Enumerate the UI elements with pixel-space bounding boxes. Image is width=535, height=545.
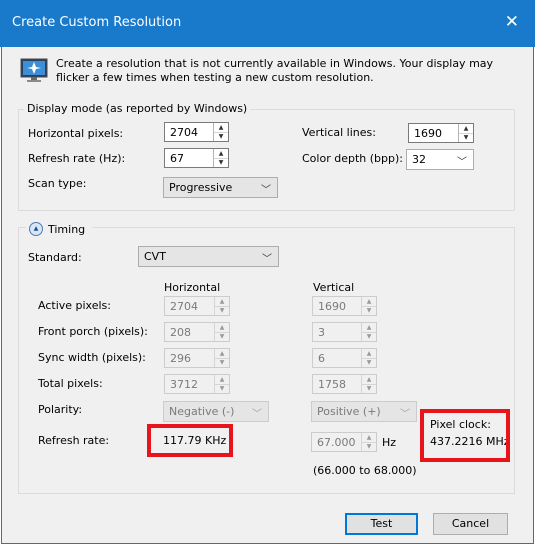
vertical-lines-label: Vertical lines: <box>302 126 376 139</box>
highlight-box-refresh <box>147 424 233 457</box>
refresh-rate-value: 67 <box>170 152 184 165</box>
v-sync-width-stepper[interactable]: 6 ▲ ▼ <box>312 348 377 368</box>
sync-width-label: Sync width (pixels): <box>38 351 146 364</box>
spin-arrows-icon[interactable]: ▲ ▼ <box>214 323 229 341</box>
horizontal-column-header: Horizontal <box>164 281 221 294</box>
vertical-lines-value: 1690 <box>414 127 442 140</box>
close-icon[interactable]: ✕ <box>505 12 519 32</box>
standard-select[interactable]: CVT ﹀ <box>138 246 279 267</box>
standard-value: CVT <box>144 250 166 263</box>
active-pixels-label: Active pixels: <box>38 299 111 312</box>
v-sync-width-value: 6 <box>318 352 325 365</box>
v-refresh-value: 67.000 <box>317 436 356 449</box>
test-button[interactable]: Test <box>345 513 418 535</box>
monitor-icon <box>20 58 48 82</box>
h-polarity-select[interactable]: Negative (-) ﹀ <box>163 401 269 422</box>
horizontal-pixels-value: 2704 <box>170 126 198 139</box>
h-total-stepper[interactable]: 3712 ▲ ▼ <box>164 374 230 394</box>
highlight-box-pixel-clock <box>420 409 510 462</box>
spin-arrows-icon[interactable]: ▲ ▼ <box>214 375 229 393</box>
v-front-porch-value: 3 <box>318 326 325 339</box>
v-refresh-unit: Hz <box>382 436 397 449</box>
vertical-column-header: Vertical <box>313 281 355 294</box>
v-polarity-select[interactable]: Positive (+) ﹀ <box>311 401 417 422</box>
h-sync-width-value: 296 <box>170 352 191 365</box>
spin-arrows-icon[interactable]: ▲ ▼ <box>361 297 376 315</box>
v-total-value: 1758 <box>318 378 346 391</box>
spin-arrows-icon[interactable]: ▲ ▼ <box>361 349 376 367</box>
total-pixels-label: Total pixels: <box>38 377 103 390</box>
refresh-rate-label: Refresh rate (Hz): <box>28 152 126 165</box>
spin-arrows-icon[interactable]: ▲ ▼ <box>361 433 376 451</box>
h-active-value: 2704 <box>170 300 198 313</box>
scan-type-select[interactable]: Progressive ﹀ <box>163 177 278 198</box>
vertical-lines-stepper[interactable]: 1690 ▲ ▼ <box>408 123 474 143</box>
chevron-down-icon: ﹀ <box>252 409 262 420</box>
front-porch-label: Front porch (pixels): <box>38 325 148 338</box>
v-active-stepper[interactable]: 1690 ▲ ▼ <box>312 296 377 316</box>
h-active-stepper[interactable]: 2704 ▲ ▼ <box>164 296 230 316</box>
display-mode-title: Display mode (as reported by Windows) <box>24 102 251 115</box>
color-depth-label: Color depth (bpp): <box>302 152 403 165</box>
v-refresh-range: (66.000 to 68.000) <box>313 464 417 477</box>
h-front-porch-value: 208 <box>170 326 191 339</box>
h-total-value: 3712 <box>170 378 198 391</box>
collapse-up-icon[interactable]: ▲ <box>29 222 43 236</box>
spin-arrows-icon[interactable]: ▲ ▼ <box>214 349 229 367</box>
h-polarity-value: Negative (-) <box>169 405 235 418</box>
color-depth-value: 32 <box>412 153 426 166</box>
v-polarity-value: Positive (+) <box>317 405 381 418</box>
scan-type-value: Progressive <box>169 181 233 194</box>
chevron-down-icon: ﹀ <box>400 409 410 420</box>
refresh-rate-stepper[interactable]: 67 ▲ ▼ <box>164 148 229 168</box>
h-sync-width-stepper[interactable]: 296 ▲ ▼ <box>164 348 230 368</box>
v-total-stepper[interactable]: 1758 ▲ ▼ <box>312 374 377 394</box>
v-front-porch-stepper[interactable]: 3 ▲ ▼ <box>312 322 377 342</box>
intro-text: Create a resolution that is not currentl… <box>56 57 494 84</box>
polarity-label: Polarity: <box>38 403 83 416</box>
spin-arrows-icon[interactable]: ▲ ▼ <box>361 375 376 393</box>
v-refresh-stepper[interactable]: 67.000 ▲ ▼ <box>311 432 377 452</box>
spin-arrows-icon[interactable]: ▲ ▼ <box>214 297 229 315</box>
v-active-value: 1690 <box>318 300 346 313</box>
window-title: Create Custom Resolution <box>12 15 182 30</box>
color-depth-select[interactable]: 32 ﹀ <box>406 149 474 170</box>
spin-arrows-icon[interactable]: ▲ ▼ <box>213 123 228 141</box>
timing-title: Timing <box>48 223 86 236</box>
spin-arrows-icon[interactable]: ▲ ▼ <box>361 323 376 341</box>
horizontal-pixels-stepper[interactable]: 2704 ▲ ▼ <box>164 122 229 142</box>
chevron-down-icon: ﹀ <box>262 254 272 265</box>
chevron-down-icon: ﹀ <box>457 157 467 168</box>
spin-arrows-icon[interactable]: ▲ ▼ <box>458 124 473 142</box>
spin-arrows-icon[interactable]: ▲ ▼ <box>213 149 228 167</box>
horizontal-pixels-label: Horizontal pixels: <box>28 127 124 140</box>
cancel-button[interactable]: Cancel <box>433 513 508 535</box>
chevron-down-icon: ﹀ <box>261 185 271 196</box>
scan-type-label: Scan type: <box>28 177 87 190</box>
standard-label: Standard: <box>28 251 82 264</box>
h-front-porch-stepper[interactable]: 208 ▲ ▼ <box>164 322 230 342</box>
timing-refresh-rate-label: Refresh rate: <box>38 434 110 447</box>
